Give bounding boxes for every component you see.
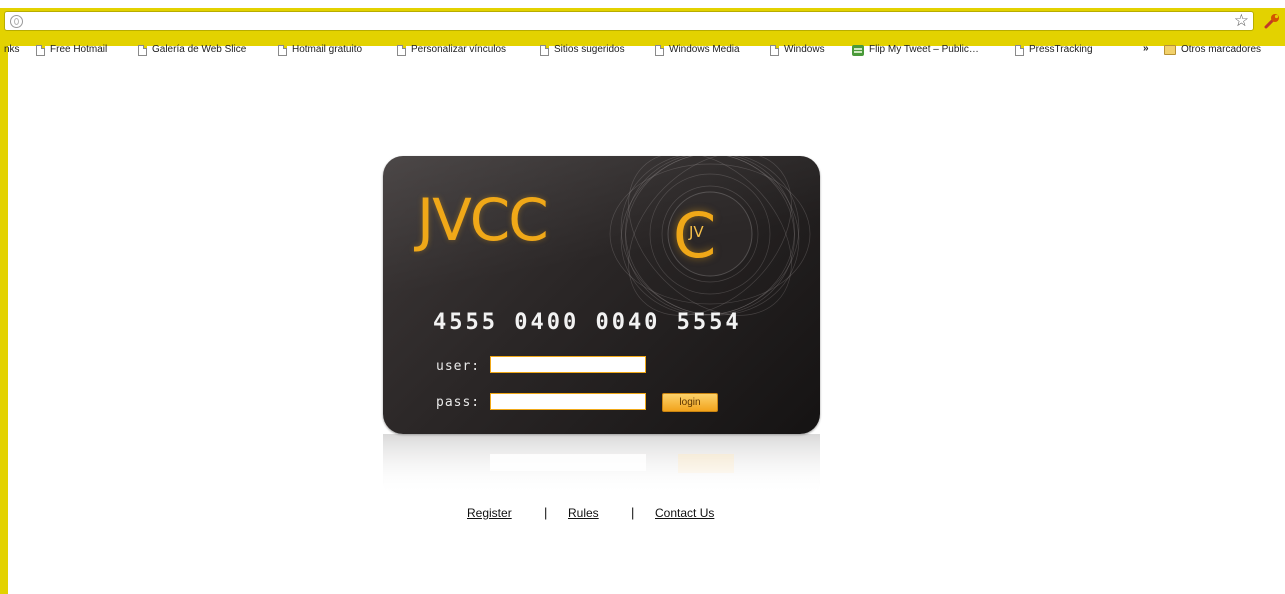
bookmark-label: Windows	[784, 44, 825, 55]
emblem-text: JV	[689, 223, 704, 241]
page-icon	[36, 44, 45, 56]
browser-frame-left	[0, 8, 8, 594]
bookmark-label: Sitios sugeridos	[554, 44, 625, 55]
login-button[interactable]: login	[662, 393, 718, 412]
other-bookmarks-label: Otros marcadores	[1181, 44, 1262, 55]
pass-label: pass:	[436, 395, 481, 410]
bookmark-item[interactable]: Sitios sugeridos	[540, 43, 625, 57]
bookmark-item[interactable]: Windows Media	[655, 43, 740, 57]
page-icon	[1015, 44, 1024, 56]
bookmark-label: PressTracking	[1029, 44, 1093, 55]
user-label: user:	[436, 359, 481, 374]
bookmark-item[interactable]: PressTracking	[1015, 43, 1093, 57]
wrench-icon[interactable]	[1263, 12, 1281, 30]
card-reflection	[383, 434, 820, 500]
flip-my-tweet-icon	[852, 44, 864, 56]
bookmark-label: Free Hotmail	[50, 44, 108, 55]
page-icon	[138, 44, 147, 56]
page-icon	[655, 44, 664, 56]
bookmark-label: Galería de Web Slice	[152, 44, 247, 55]
browser-top-strip	[0, 0, 1285, 8]
bookmark-label: Hotmail gratuito	[292, 44, 363, 55]
bookmark-label: Windows Media	[669, 44, 740, 55]
reflection-fade	[383, 434, 820, 500]
bookmark-item[interactable]: nks	[4, 43, 20, 57]
page-icon	[770, 44, 779, 56]
pass-input[interactable]	[490, 393, 646, 410]
register-link[interactable]: Register	[467, 506, 512, 520]
globe-icon	[10, 15, 23, 28]
page-icon	[540, 44, 549, 56]
bookmark-item[interactable]: Free Hotmail	[36, 43, 107, 57]
more-bookmarks-chevron-icon[interactable]: »	[1143, 43, 1149, 54]
bookmark-item[interactable]: Galería de Web Slice	[138, 43, 246, 57]
bookmark-star-icon[interactable]: ☆	[1234, 12, 1249, 30]
login-card: JVCC C JV 4555 0400 0040 5554 user: pass…	[383, 156, 820, 434]
rules-link[interactable]: Rules	[568, 506, 599, 520]
bookmark-item[interactable]: Personalizar vínculos	[397, 43, 506, 57]
bookmark-label: Flip My Tweet – Public…	[869, 44, 979, 55]
bookmark-item[interactable]: Hotmail gratuito	[278, 43, 362, 57]
folder-icon	[1164, 45, 1176, 55]
page-icon	[397, 44, 406, 56]
card-number: 4555 0400 0040 5554	[433, 310, 742, 335]
user-input[interactable]	[490, 356, 646, 373]
bookmark-item[interactable]: Windows	[770, 43, 825, 57]
address-bar[interactable]: ☆	[4, 11, 1254, 31]
page-icon	[278, 44, 287, 56]
contact-us-link[interactable]: Contact Us	[655, 506, 714, 520]
bookmarks-bar: nks Free Hotmail Galería de Web Slice Ho…	[0, 39, 1285, 61]
bookmark-item[interactable]: Flip My Tweet – Public…	[852, 43, 979, 57]
jvcc-logo: JVCC	[417, 186, 549, 254]
bookmark-label: Personalizar vínculos	[411, 44, 507, 55]
footer-separator: |	[544, 505, 548, 520]
bookmark-label: nks	[4, 44, 20, 55]
other-bookmarks-button[interactable]: Otros marcadores	[1164, 43, 1261, 57]
footer-separator: |	[631, 505, 635, 520]
